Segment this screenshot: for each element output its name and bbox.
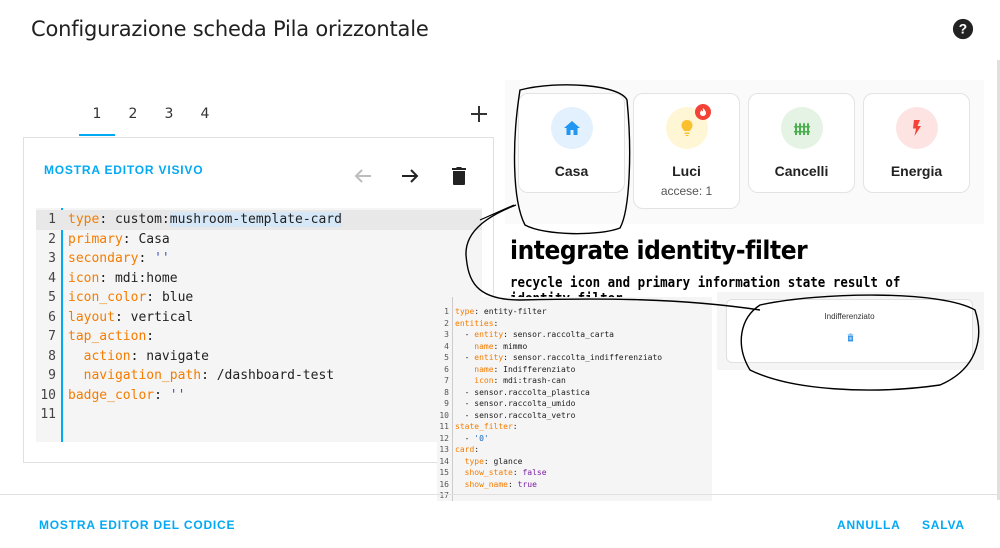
trash-can-icon	[847, 333, 854, 342]
annotation-title: integrate identity-filter	[510, 236, 808, 266]
yaml-line: 3 - entity: sensor.raccolta_carta	[444, 330, 614, 339]
code-line: 1 type: custom:mushroom-template-card	[36, 210, 482, 230]
yaml-line: 13 card:	[439, 445, 480, 454]
card-tabs: 1234	[79, 96, 223, 136]
code-line: 11	[40, 407, 56, 422]
yaml-line: 16 show_name: true	[439, 479, 537, 489]
tab-2[interactable]: 2	[115, 96, 151, 136]
yaml-line: 11 state_filter:	[439, 422, 518, 431]
glance-preview-area: Indifferenziato	[717, 292, 984, 370]
card-primary: Luci	[672, 163, 701, 179]
yaml-code-editor[interactable]: 1 type: custom:mushroom-template-card 2 pri…	[36, 208, 482, 442]
trash-icon[interactable]	[447, 164, 471, 188]
yaml-line: 6 name: Indifferenziato	[444, 364, 576, 374]
yaml-line: 9 - sensor.raccolta_umido	[444, 399, 576, 408]
code-line: 3 secondary: ''	[48, 251, 170, 266]
card-primary: Casa	[554, 163, 589, 179]
yaml-line: 5 - entity: sensor.raccolta_indifferenzi…	[444, 353, 663, 362]
card-badge	[695, 104, 711, 120]
yaml-line: 14 type: glance	[439, 456, 523, 466]
plus-icon[interactable]	[469, 104, 489, 124]
tab-4[interactable]: 4	[187, 96, 223, 136]
glance-card: Indifferenziato	[726, 299, 973, 363]
fire-icon	[700, 108, 706, 116]
preview-card-energia[interactable]: Energia	[863, 93, 970, 193]
yaml-line: 17	[439, 491, 449, 500]
arrow-right-icon[interactable]	[398, 164, 422, 188]
card-icon-circle	[896, 107, 938, 149]
card-primary: Cancelli	[774, 163, 829, 179]
show-visual-editor-button[interactable]: MOSTRA EDITOR VISIVO	[44, 163, 203, 177]
lightbulb-icon	[681, 120, 693, 136]
preview-card-cancelli[interactable]: Cancelli	[748, 93, 855, 193]
card-primary: Energia	[890, 163, 943, 179]
yaml-snippet-screenshot: 1 type: entity-filter 2 entities: 3 - entity…	[437, 297, 712, 501]
fence-icon	[794, 122, 810, 135]
code-line: 4 icon: mdi:home	[48, 270, 178, 286]
arrow-left-icon[interactable]	[351, 164, 375, 188]
code-line: 5 icon_color: blue	[48, 290, 194, 305]
yaml-line: 10 - sensor.raccolta_vetro	[439, 410, 576, 420]
card-icon-circle	[551, 107, 593, 149]
code-line: 8 action: navigate	[48, 348, 209, 364]
dialog-title: Configurazione scheda Pila orizzontale	[31, 17, 429, 41]
yaml-line: 15 show_state: false	[439, 468, 547, 477]
card-secondary: accese: 1	[660, 184, 713, 198]
preview-card-luci[interactable]: Luci accese: 1	[633, 93, 740, 209]
code-line: 6 layout: vertical	[48, 309, 194, 325]
card-config-dialog: Configurazione scheda Pila orizzontale ?…	[0, 0, 1000, 548]
flash-icon	[913, 120, 921, 136]
tab-3[interactable]: 3	[151, 96, 187, 136]
help-circle-icon[interactable]: ?	[952, 18, 974, 40]
svg-text:?: ?	[959, 22, 967, 37]
save-button[interactable]: SALVA	[922, 518, 965, 532]
code-line: 9 navigation_path: /dashboard-test	[48, 368, 335, 383]
card-editor-panel: MOSTRA EDITOR VISIVO 1 type: custom:mushr…	[23, 137, 494, 463]
glance-entity-name: Indifferenziato	[824, 312, 875, 321]
card-icon-circle	[781, 107, 823, 149]
yaml-line: 1 type: entity-filter	[444, 307, 547, 316]
code-line: 7 tap_action:	[48, 329, 162, 344]
yaml-line: 7 icon: mdi:trash-can	[444, 376, 566, 385]
home-icon	[564, 121, 580, 135]
footer-divider	[0, 494, 1000, 495]
card-preview: Casa Luci accese: 1 Cancelli Energia	[505, 80, 984, 224]
yaml-line: 12 - '0'	[439, 433, 489, 443]
preview-card-casa[interactable]: Casa	[518, 93, 625, 193]
cancel-button[interactable]: ANNULLA	[837, 518, 901, 532]
yaml-line: 4 name: mimmo	[444, 341, 528, 351]
show-code-editor-button[interactable]: MOSTRA EDITOR DEL CODICE	[39, 518, 235, 532]
code-line: 2 primary: Casa	[48, 231, 170, 247]
code-line: 10 badge_color: ''	[40, 387, 186, 403]
yaml-line: 2 entities:	[444, 318, 499, 328]
yaml-line: 8 - sensor.raccolta_plastica	[444, 387, 590, 397]
tab-1[interactable]: 1	[79, 96, 115, 136]
